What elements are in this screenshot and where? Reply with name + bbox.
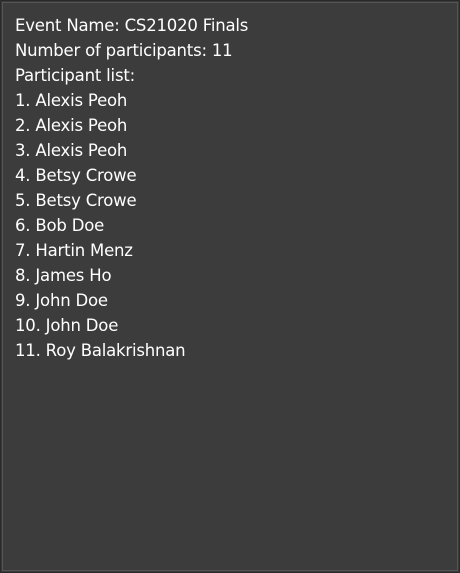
participant-list-heading: Participant list:: [15, 66, 135, 85]
event-details-text: Event Name: CS21020 Finals Number of par…: [15, 13, 248, 363]
participant-item: 8. James Ho: [15, 266, 112, 285]
participant-item: 6. Bob Doe: [15, 216, 105, 235]
event-details-panel: Event Name: CS21020 Finals Number of par…: [0, 0, 460, 573]
participant-item: 3. Alexis Peoh: [15, 141, 128, 160]
participant-item: 10. John Doe: [15, 316, 119, 335]
participant-item: 1. Alexis Peoh: [15, 91, 128, 110]
participant-item: 2. Alexis Peoh: [15, 116, 128, 135]
event-details-content: Event Name: CS21020 Finals Number of par…: [2, 2, 458, 571]
participant-item: 5. Betsy Crowe: [15, 191, 137, 210]
participant-item: 7. Hartin Menz: [15, 241, 133, 260]
participant-item: 9. John Doe: [15, 291, 108, 310]
event-name-line: Event Name: CS21020 Finals: [15, 16, 249, 35]
participant-count-line: Number of participants: 11: [15, 41, 233, 60]
participant-item: 11. Roy Balakrishnan: [15, 341, 186, 360]
participant-item: 4. Betsy Crowe: [15, 166, 137, 185]
